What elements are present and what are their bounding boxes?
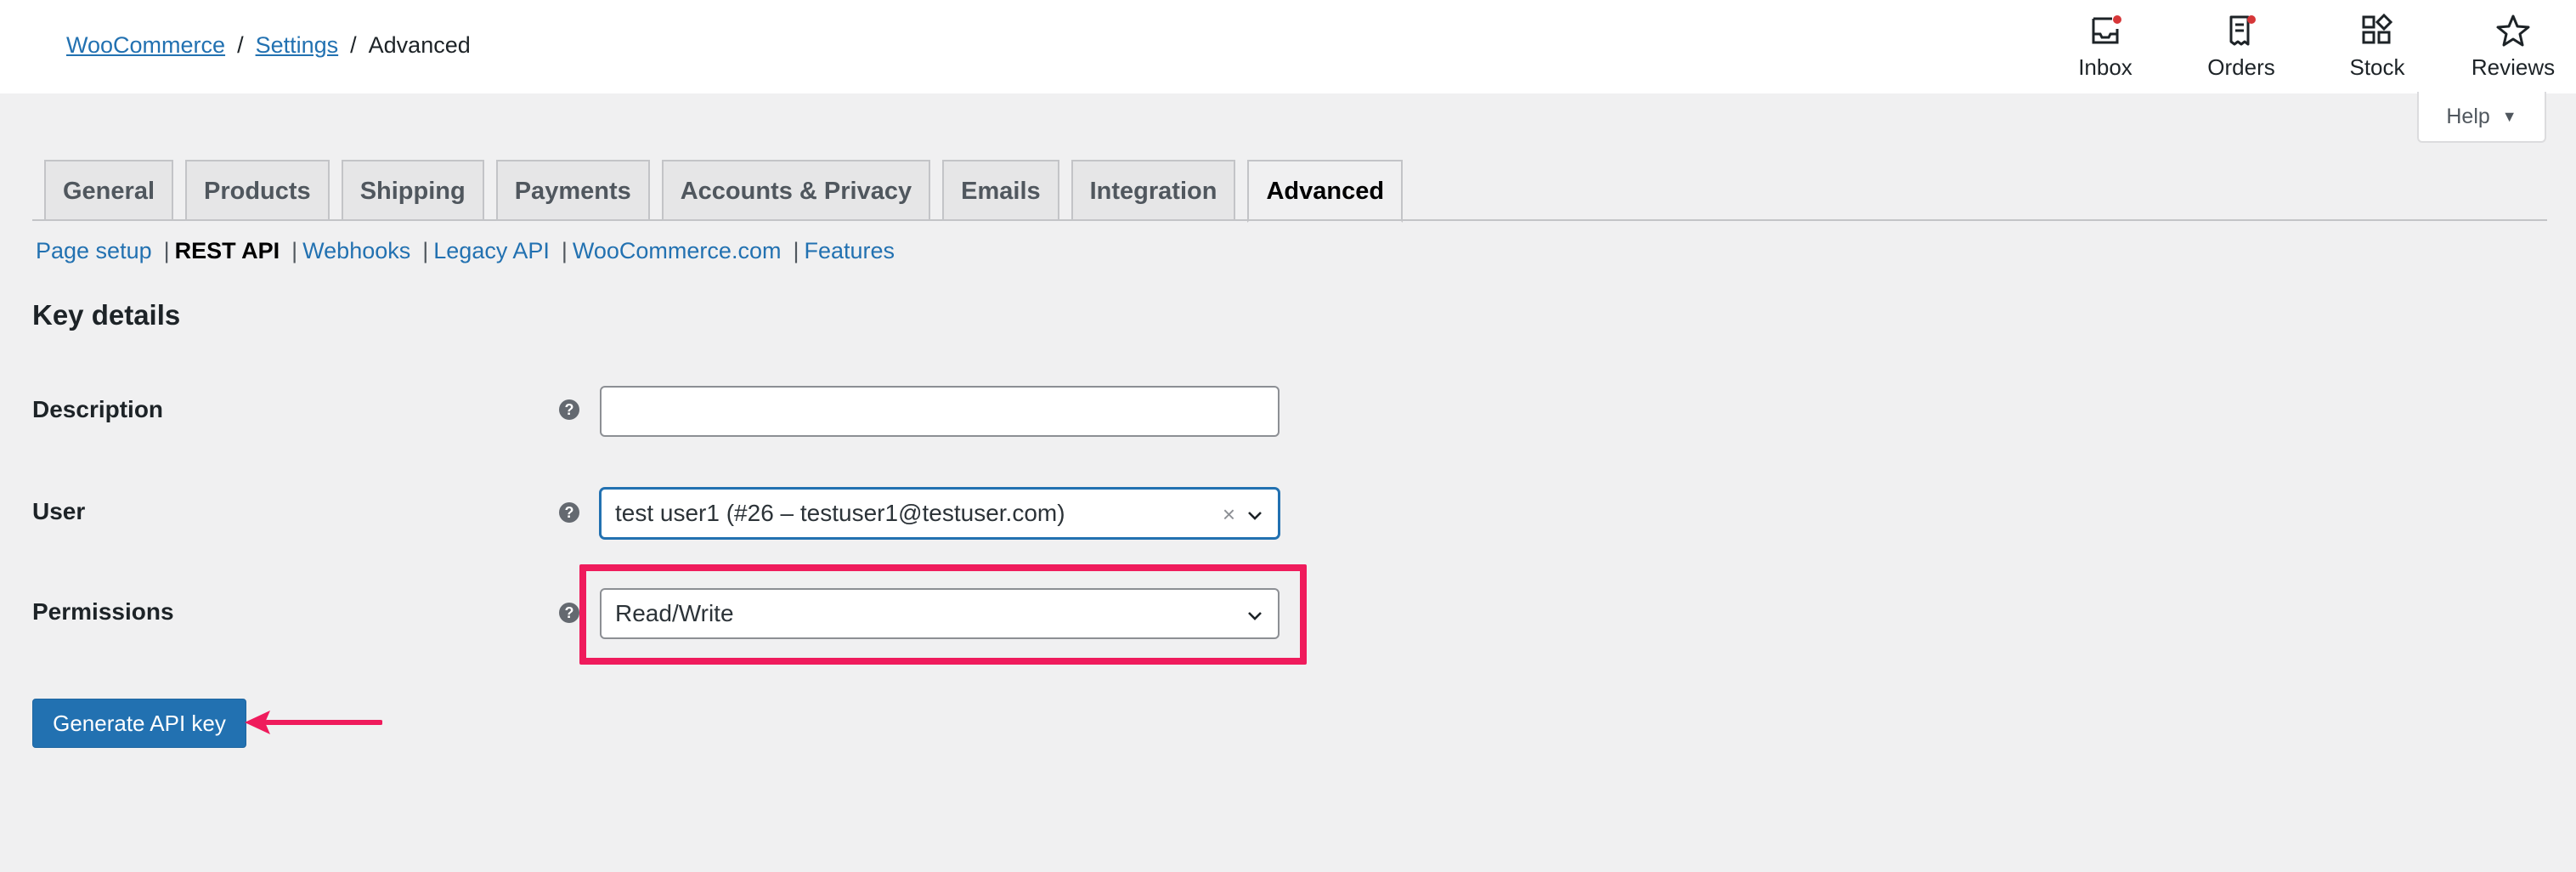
breadcrumb-woocommerce-link[interactable]: WooCommerce — [66, 32, 225, 59]
tab-integration[interactable]: Integration — [1071, 160, 1236, 221]
activity-inbox-button[interactable]: Inbox — [2046, 12, 2165, 83]
subnav-separator: | — [422, 238, 429, 263]
activity-reviews-button[interactable]: Reviews — [2454, 12, 2573, 83]
subnav-features[interactable]: Features — [804, 238, 895, 264]
user-select[interactable]: test user1 (#26 – testuser1@testuser.com… — [600, 488, 1280, 539]
tab-accounts-privacy[interactable]: Accounts & Privacy — [661, 160, 931, 221]
user-select-value: test user1 (#26 – testuser1@testuser.com… — [615, 500, 1065, 526]
tabs-divider — [32, 219, 2547, 221]
subnav-rest-api[interactable]: REST API — [175, 238, 280, 264]
subsection-nav: Page setup | REST API | Webhooks | Legac… — [36, 238, 895, 264]
help-tip-icon[interactable]: ? — [559, 603, 579, 623]
breadcrumb-settings-link[interactable]: Settings — [256, 32, 339, 59]
stock-icon — [2362, 13, 2393, 44]
annotation-arrow-icon — [245, 711, 382, 734]
help-label: Help — [2446, 104, 2490, 128]
top-header: WooCommerce / Settings / Advanced Inbox … — [0, 0, 2576, 93]
caret-down-icon: ▼ — [2501, 107, 2517, 125]
tab-products[interactable]: Products — [185, 160, 330, 221]
help-tip-icon[interactable]: ? — [559, 502, 579, 523]
activity-orders-button[interactable]: Orders — [2182, 12, 2301, 83]
activity-label: Stock — [2349, 54, 2405, 80]
permissions-label: Permissions — [32, 598, 174, 625]
subnav-separator: | — [291, 238, 298, 263]
description-label: Description — [32, 396, 164, 422]
subnav-separator: | — [163, 238, 170, 263]
subnav-webhooks[interactable]: Webhooks — [302, 238, 410, 264]
inbox-icon — [2092, 15, 2121, 44]
annotation-highlight-box — [579, 564, 1307, 665]
description-input[interactable] — [600, 386, 1280, 437]
clear-icon[interactable]: × — [1223, 501, 1235, 528]
tab-shipping[interactable]: Shipping — [341, 160, 484, 221]
subnav-page-setup[interactable]: Page setup — [36, 238, 152, 264]
activity-label: Orders — [2207, 54, 2275, 80]
subnav-separator: | — [793, 238, 799, 263]
subnav-woocommerce-com[interactable]: WooCommerce.com — [573, 238, 782, 264]
subnav-separator: | — [561, 238, 568, 263]
chevron-down-icon — [1248, 512, 1262, 520]
tab-advanced[interactable]: Advanced — [1247, 160, 1404, 223]
orders-icon — [2229, 15, 2256, 46]
breadcrumb-separator: / — [237, 32, 244, 58]
user-label: User — [32, 498, 86, 524]
reviews-icon — [2496, 14, 2530, 47]
settings-tabs: General Products Shipping Payments Accou… — [44, 160, 1415, 223]
subnav-legacy-api[interactable]: Legacy API — [433, 238, 550, 264]
tab-general[interactable]: General — [44, 160, 173, 221]
breadcrumb-current: Advanced — [368, 32, 471, 58]
activity-label: Reviews — [2471, 54, 2556, 80]
activity-stock-button[interactable]: Stock — [2318, 12, 2437, 83]
generate-api-key-button[interactable]: Generate API key — [32, 699, 246, 748]
activity-label: Inbox — [2078, 54, 2133, 80]
section-title: Key details — [32, 299, 181, 331]
help-button[interactable]: Help ▼ — [2417, 92, 2546, 143]
breadcrumb: WooCommerce / Settings / Advanced — [66, 32, 471, 59]
breadcrumb-separator: / — [350, 32, 357, 58]
tab-emails[interactable]: Emails — [942, 160, 1059, 221]
help-tip-icon[interactable]: ? — [559, 399, 579, 420]
tab-payments[interactable]: Payments — [495, 160, 650, 221]
